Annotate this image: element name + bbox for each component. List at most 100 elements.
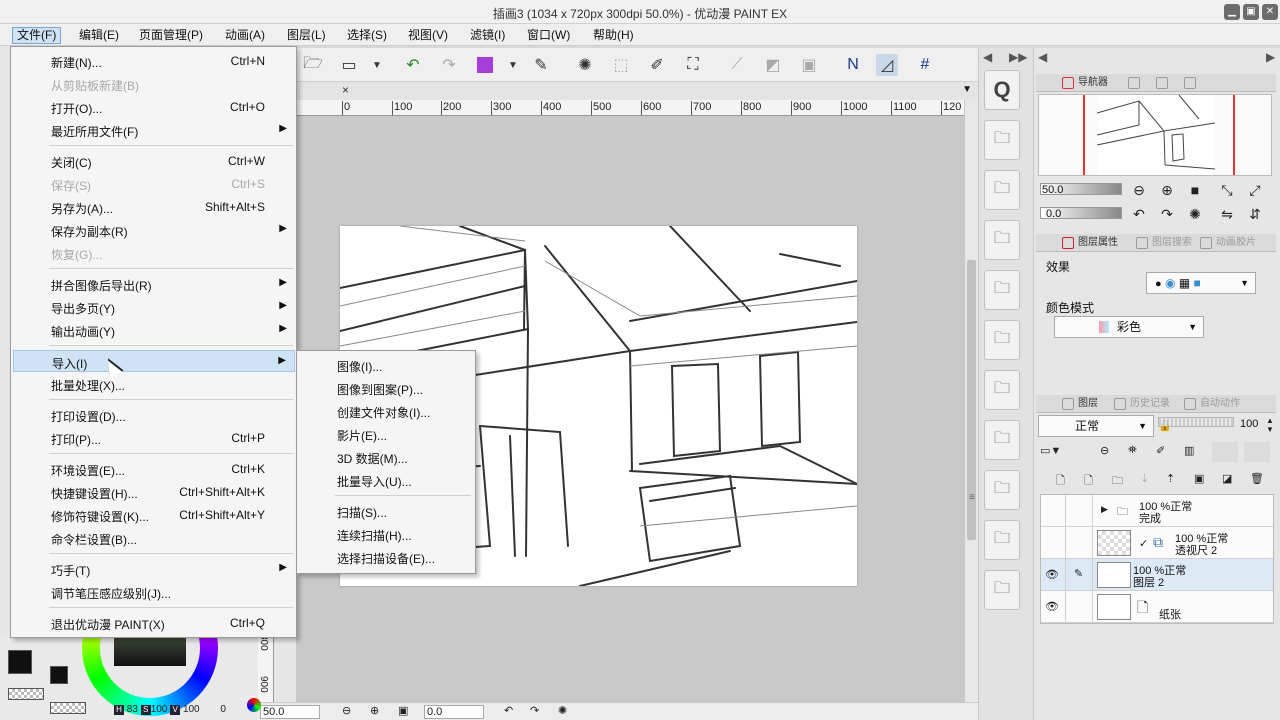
- ruler-create-icon[interactable]: ◪: [1222, 472, 1232, 485]
- menu-edit[interactable]: 编辑(E): [75, 27, 123, 44]
- gradient-icon[interactable]: ◩: [762, 54, 784, 76]
- effect-selector[interactable]: ● ◉ ▦ ■ ▼: [1146, 272, 1256, 294]
- menu-item-save[interactable]: 保存(S) Ctrl+S: [13, 173, 295, 195]
- menu-item-shortcut-settings[interactable]: 快捷键设置(H)... Ctrl+Shift+Alt+K: [13, 481, 295, 503]
- undo-icon[interactable]: ↶: [402, 54, 424, 76]
- menu-item-batch-process[interactable]: 批量处理(X)...: [13, 373, 295, 395]
- rotate-right-icon[interactable]: ↷: [1158, 205, 1176, 223]
- collapse-left-icon[interactable]: ◀: [983, 50, 992, 64]
- menu-page[interactable]: 页面管理(P): [135, 27, 207, 44]
- tab-navigator[interactable]: 导航器: [1060, 75, 1108, 91]
- maximize-button[interactable]: ▣: [1243, 4, 1259, 20]
- tab-history[interactable]: 历史记录: [1112, 396, 1170, 412]
- menu-item-import[interactable]: 导入(I) ▶: [13, 350, 295, 372]
- submenu-item-continuous-scan[interactable]: 连续扫描(H)...: [299, 523, 475, 545]
- fit-window-icon[interactable]: ■: [1186, 181, 1204, 199]
- collapse-panel-right-icon[interactable]: ▶: [1266, 50, 1275, 64]
- rotate-left-icon[interactable]: ↶: [504, 704, 513, 717]
- clip-icon[interactable]: ⊖: [1100, 444, 1109, 457]
- lock-transparent-icon[interactable]: ▥: [1184, 444, 1194, 457]
- canvas-vertical-scrollbar[interactable]: ≡: [964, 100, 978, 702]
- actual-size-icon[interactable]: ⤡: [1218, 181, 1236, 199]
- angle-field[interactable]: 0.0: [424, 705, 484, 719]
- material-panel-icon[interactable]: 🗀: [984, 220, 1020, 260]
- blend-mode-dropdown[interactable]: 正常 ▼: [1038, 415, 1154, 437]
- new-vector-layer-icon[interactable]: 🗋: [1084, 472, 1093, 491]
- menu-item-export-multipage[interactable]: 导出多页(Y) ▶: [13, 296, 295, 318]
- fill-dropdown-icon[interactable]: ▼: [502, 54, 524, 76]
- search-quick-icon[interactable]: Q: [984, 70, 1020, 110]
- tab-animation-cels[interactable]: 动画胶片: [1198, 235, 1256, 251]
- close-tab-icon[interactable]: ×: [342, 83, 349, 97]
- submenu-item-create-file-object[interactable]: 创建文件对象(I)...: [299, 400, 475, 422]
- tab-info[interactable]: [1154, 75, 1172, 91]
- zoom-out-icon[interactable]: ⊖: [342, 704, 351, 717]
- save-dropdown-icon[interactable]: ▼: [366, 54, 388, 76]
- submenu-item-image-to-pattern[interactable]: 图像到图案(P)...: [299, 377, 475, 399]
- menu-item-export-animation[interactable]: 输出动画(Y) ▶: [13, 319, 295, 341]
- menu-item-export-flattened[interactable]: 拼合图像后导出(R) ▶: [13, 273, 295, 295]
- zoom-in-icon[interactable]: ⊕: [1158, 181, 1176, 199]
- menu-item-tips[interactable]: 巧手(T) ▶: [13, 558, 295, 580]
- reference-layer-icon[interactable]: ⛯: [1128, 444, 1137, 457]
- transform-icon[interactable]: ⛶: [682, 54, 704, 76]
- zoom-in-icon[interactable]: ⊕: [370, 704, 379, 717]
- line-icon[interactable]: ⟋: [726, 54, 748, 76]
- color-fill-icon[interactable]: [474, 54, 496, 76]
- grid-snap-icon[interactable]: #: [914, 54, 936, 76]
- flip-vertical-icon[interactable]: ⇵: [1246, 205, 1264, 223]
- tab-sub-view[interactable]: [1126, 75, 1144, 91]
- redo-icon[interactable]: ↷: [438, 54, 460, 76]
- layer-row[interactable]: 👁 ✎ 100 %正常 图层 2: [1041, 559, 1273, 591]
- spinner-icon[interactable]: ✺: [574, 54, 596, 76]
- visibility-eye-icon[interactable]: 👁: [1045, 568, 1059, 581]
- fit-width-icon[interactable]: ⤢: [1246, 181, 1264, 199]
- menu-item-revert[interactable]: 恢复(G)...: [13, 242, 295, 264]
- reset-rotate-icon[interactable]: ✺: [1186, 205, 1204, 223]
- flip-horizontal-icon[interactable]: ⇋: [1218, 205, 1236, 223]
- tab-layer-property[interactable]: 图层属性: [1060, 235, 1118, 251]
- menu-item-pen-pressure[interactable]: 调节笔压感应级别(J)...: [13, 581, 295, 603]
- pen-icon[interactable]: ✎: [530, 54, 552, 76]
- menu-item-recent-files[interactable]: 最近所用文件(F) ▶: [13, 119, 295, 141]
- menu-filter[interactable]: 滤镜(I): [466, 27, 509, 44]
- new-raster-layer-icon[interactable]: 🗋: [1056, 472, 1065, 491]
- fit-icon[interactable]: ▣: [398, 704, 408, 717]
- combine-icon[interactable]: ⇡: [1166, 472, 1175, 485]
- menu-item-modifier-key-settings[interactable]: 修饰符键设置(K)... Ctrl+Shift+Alt+Y: [13, 504, 295, 526]
- material-panel-icon[interactable]: 🗀: [984, 470, 1020, 510]
- tab-layer-search[interactable]: 图层搜索: [1134, 235, 1192, 251]
- submenu-item-select-scanner[interactable]: 选择扫描设备(E)...: [299, 546, 475, 568]
- saturation-brightness-square[interactable]: [114, 636, 186, 666]
- material-panel-icon[interactable]: 🗀: [984, 520, 1020, 560]
- layer-mask-icon[interactable]: ▣: [1194, 472, 1204, 485]
- menu-item-new[interactable]: 新建(N)... Ctrl+N: [13, 50, 295, 72]
- rotate-left-icon[interactable]: ↶: [1130, 205, 1148, 223]
- material-panel-icon[interactable]: 🗀: [984, 320, 1020, 360]
- tab-misc[interactable]: [1182, 75, 1200, 91]
- crop-icon[interactable]: ⬚: [610, 54, 632, 76]
- open-folder-icon[interactable]: 🗁: [302, 54, 324, 76]
- frame-icon[interactable]: ▣: [798, 54, 820, 76]
- menu-animation[interactable]: 动画(A): [221, 27, 269, 44]
- material-panel-icon[interactable]: 🗀: [984, 170, 1020, 210]
- collapse-panel-left-icon[interactable]: ◀: [1038, 50, 1047, 64]
- zoom-field[interactable]: 50.0: [260, 705, 320, 719]
- material-panel-icon[interactable]: 🗀: [984, 270, 1020, 310]
- new-folder-icon[interactable]: 🗀: [1112, 472, 1123, 491]
- menu-item-save-as[interactable]: 另存为(A)... Shift+Alt+S: [13, 196, 295, 218]
- color-mode-icon[interactable]: [246, 698, 261, 712]
- menu-window[interactable]: 窗口(W): [523, 27, 574, 44]
- menu-select[interactable]: 选择(S): [343, 27, 391, 44]
- menu-item-close[interactable]: 关闭(C) Ctrl+W: [13, 150, 295, 172]
- mask-icon[interactable]: [1212, 442, 1238, 462]
- menu-file[interactable]: 文件(F): [12, 27, 62, 44]
- layer-color-icon[interactable]: ▭▼: [1040, 444, 1061, 457]
- menu-item-exit[interactable]: 退出优动漫 PAINT(X) Ctrl+Q: [13, 612, 295, 634]
- minimize-button[interactable]: ▁: [1224, 4, 1240, 20]
- submenu-item-scan[interactable]: 扫描(S)...: [299, 500, 475, 522]
- expand-folder-icon[interactable]: ▶: [1101, 504, 1108, 515]
- tab-list-dropdown-icon[interactable]: ▼: [962, 84, 972, 95]
- rotate-right-icon[interactable]: ↷: [530, 704, 539, 717]
- zoom-out-icon[interactable]: ⊖: [1130, 181, 1148, 199]
